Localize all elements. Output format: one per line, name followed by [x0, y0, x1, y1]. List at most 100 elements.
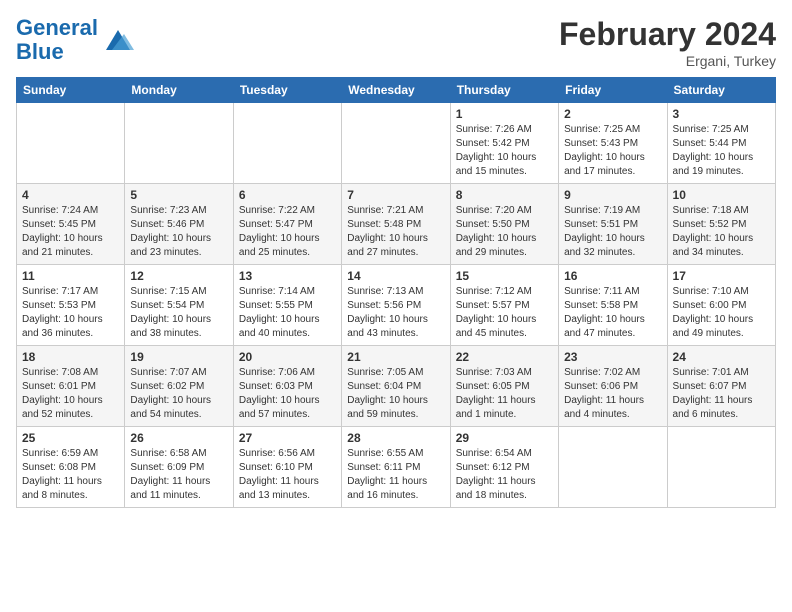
day-info: Sunrise: 7:13 AMSunset: 5:56 PMDaylight:… — [347, 285, 444, 341]
day-info: Sunrise: 7:20 AMSunset: 5:50 PMDaylight:… — [456, 204, 553, 260]
day-number: 28 — [347, 431, 444, 445]
day-info: Sunrise: 7:10 AMSunset: 6:00 PMDaylight:… — [673, 285, 770, 341]
day-info: Sunrise: 7:23 AMSunset: 5:46 PMDaylight:… — [130, 204, 227, 260]
day-number: 11 — [22, 269, 119, 283]
day-info: Sunrise: 6:58 AMSunset: 6:09 PMDaylight:… — [130, 447, 227, 503]
month-title: February 2024 — [559, 16, 776, 53]
day-info: Sunrise: 6:56 AMSunset: 6:10 PMDaylight:… — [239, 447, 336, 503]
day-cell: 22 Sunrise: 7:03 AMSunset: 6:05 PMDayligh… — [450, 346, 558, 427]
day-info: Sunrise: 7:24 AMSunset: 5:45 PMDaylight:… — [22, 204, 119, 260]
day-number: 16 — [564, 269, 661, 283]
day-cell: 12 Sunrise: 7:15 AMSunset: 5:54 PMDayligh… — [125, 265, 233, 346]
day-number: 4 — [22, 188, 119, 202]
location-subtitle: Ergani, Turkey — [559, 53, 776, 69]
day-cell: 25 Sunrise: 6:59 AMSunset: 6:08 PMDayligh… — [17, 427, 125, 508]
day-number: 25 — [22, 431, 119, 445]
weekday-header-saturday: Saturday — [667, 78, 775, 103]
day-number: 15 — [456, 269, 553, 283]
day-cell: 13Sunrise: 7:14 AMSunset: 5:55 PMDayligh… — [233, 265, 341, 346]
day-info: Sunrise: 7:11 AMSunset: 5:58 PMDaylight:… — [564, 285, 661, 341]
logo-icon — [102, 26, 134, 54]
day-number: 19 — [130, 350, 227, 364]
calendar-table: SundayMondayTuesdayWednesdayThursdayFrid… — [16, 77, 776, 508]
title-block: February 2024 Ergani, Turkey — [559, 16, 776, 69]
day-info: Sunrise: 7:17 AMSunset: 5:53 PMDaylight:… — [22, 285, 119, 341]
day-number: 24 — [673, 350, 770, 364]
day-info: Sunrise: 6:59 AMSunset: 6:08 PMDaylight:… — [22, 447, 119, 503]
day-cell: 20 Sunrise: 7:06 AMSunset: 6:03 PMDayligh… — [233, 346, 341, 427]
week-row-4: 18Sunrise: 7:08 AMSunset: 6:01 PMDayligh… — [17, 346, 776, 427]
day-number: 22 — [456, 350, 553, 364]
day-cell — [342, 103, 450, 184]
day-info: Sunrise: 7:18 AMSunset: 5:52 PMDaylight:… — [673, 204, 770, 260]
day-number: 2 — [564, 107, 661, 121]
logo: General Blue — [16, 16, 134, 64]
day-cell: 11 Sunrise: 7:17 AMSunset: 5:53 PMDayligh… — [17, 265, 125, 346]
day-cell: 10 Sunrise: 7:18 AMSunset: 5:52 PMDayligh… — [667, 184, 775, 265]
day-cell: 21Sunrise: 7:05 AMSunset: 6:04 PMDayligh… — [342, 346, 450, 427]
weekday-header-sunday: Sunday — [17, 78, 125, 103]
day-info: Sunrise: 7:21 AMSunset: 5:48 PMDaylight:… — [347, 204, 444, 260]
day-number: 12 — [130, 269, 227, 283]
day-number: 14 — [347, 269, 444, 283]
day-info: Sunrise: 6:55 AMSunset: 6:11 PMDaylight:… — [347, 447, 444, 503]
day-cell: 23Sunrise: 7:02 AMSunset: 6:06 PMDayligh… — [559, 346, 667, 427]
day-info: Sunrise: 7:22 AMSunset: 5:47 PMDaylight:… — [239, 204, 336, 260]
day-cell — [17, 103, 125, 184]
day-cell: 15Sunrise: 7:12 AMSunset: 5:57 PMDayligh… — [450, 265, 558, 346]
day-cell: 17 Sunrise: 7:10 AMSunset: 6:00 PMDayligh… — [667, 265, 775, 346]
week-row-3: 11 Sunrise: 7:17 AMSunset: 5:53 PMDayligh… — [17, 265, 776, 346]
weekday-header-friday: Friday — [559, 78, 667, 103]
day-cell: 8Sunrise: 7:20 AMSunset: 5:50 PMDaylight… — [450, 184, 558, 265]
logo-text: General Blue — [16, 16, 98, 64]
day-number: 1 — [456, 107, 553, 121]
day-number: 7 — [347, 188, 444, 202]
day-cell: 24 Sunrise: 7:01 AMSunset: 6:07 PMDayligh… — [667, 346, 775, 427]
day-info: Sunrise: 7:05 AMSunset: 6:04 PMDaylight:… — [347, 366, 444, 422]
day-cell — [559, 427, 667, 508]
weekday-header-tuesday: Tuesday — [233, 78, 341, 103]
day-info: Sunrise: 7:02 AMSunset: 6:06 PMDaylight:… — [564, 366, 661, 422]
day-info: Sunrise: 7:01 AMSunset: 6:07 PMDaylight:… — [673, 366, 770, 422]
day-cell: 2 Sunrise: 7:25 AMSunset: 5:43 PMDaylight… — [559, 103, 667, 184]
week-row-5: 25 Sunrise: 6:59 AMSunset: 6:08 PMDayligh… — [17, 427, 776, 508]
day-cell: 6 Sunrise: 7:22 AMSunset: 5:47 PMDaylight… — [233, 184, 341, 265]
day-number: 13 — [239, 269, 336, 283]
day-number: 10 — [673, 188, 770, 202]
weekday-header-thursday: Thursday — [450, 78, 558, 103]
day-cell — [667, 427, 775, 508]
weekday-header-row: SundayMondayTuesdayWednesdayThursdayFrid… — [17, 78, 776, 103]
day-info: Sunrise: 7:08 AMSunset: 6:01 PMDaylight:… — [22, 366, 119, 422]
day-number: 20 — [239, 350, 336, 364]
day-number: 17 — [673, 269, 770, 283]
day-cell: 3Sunrise: 7:25 AMSunset: 5:44 PMDaylight… — [667, 103, 775, 184]
day-number: 26 — [130, 431, 227, 445]
day-cell: 27 Sunrise: 6:56 AMSunset: 6:10 PMDayligh… — [233, 427, 341, 508]
day-info: Sunrise: 7:26 AMSunset: 5:42 PMDaylight:… — [456, 123, 553, 179]
day-cell: 26 Sunrise: 6:58 AMSunset: 6:09 PMDayligh… — [125, 427, 233, 508]
day-info: Sunrise: 7:07 AMSunset: 6:02 PMDaylight:… — [130, 366, 227, 422]
day-info: Sunrise: 7:06 AMSunset: 6:03 PMDaylight:… — [239, 366, 336, 422]
day-cell: 14 Sunrise: 7:13 AMSunset: 5:56 PMDayligh… — [342, 265, 450, 346]
day-cell: 19 Sunrise: 7:07 AMSunset: 6:02 PMDayligh… — [125, 346, 233, 427]
weekday-header-wednesday: Wednesday — [342, 78, 450, 103]
day-info: Sunrise: 7:25 AMSunset: 5:44 PMDaylight:… — [673, 123, 770, 179]
day-cell: 16 Sunrise: 7:11 AMSunset: 5:58 PMDayligh… — [559, 265, 667, 346]
day-cell — [233, 103, 341, 184]
day-cell: 5Sunrise: 7:23 AMSunset: 5:46 PMDaylight… — [125, 184, 233, 265]
weekday-header-monday: Monday — [125, 78, 233, 103]
day-number: 27 — [239, 431, 336, 445]
day-number: 6 — [239, 188, 336, 202]
day-number: 9 — [564, 188, 661, 202]
day-info: Sunrise: 7:19 AMSunset: 5:51 PMDaylight:… — [564, 204, 661, 260]
day-cell: 9 Sunrise: 7:19 AMSunset: 5:51 PMDaylight… — [559, 184, 667, 265]
week-row-1: 1 Sunrise: 7:26 AMSunset: 5:42 PMDaylight… — [17, 103, 776, 184]
day-cell: 4 Sunrise: 7:24 AMSunset: 5:45 PMDaylight… — [17, 184, 125, 265]
day-cell: 18Sunrise: 7:08 AMSunset: 6:01 PMDayligh… — [17, 346, 125, 427]
day-info: Sunrise: 7:15 AMSunset: 5:54 PMDaylight:… — [130, 285, 227, 341]
day-info: Sunrise: 7:25 AMSunset: 5:43 PMDaylight:… — [564, 123, 661, 179]
day-info: Sunrise: 7:03 AMSunset: 6:05 PMDaylight:… — [456, 366, 553, 422]
page-header: General Blue February 2024 Ergani, Turke… — [16, 16, 776, 69]
day-cell — [125, 103, 233, 184]
day-number: 29 — [456, 431, 553, 445]
